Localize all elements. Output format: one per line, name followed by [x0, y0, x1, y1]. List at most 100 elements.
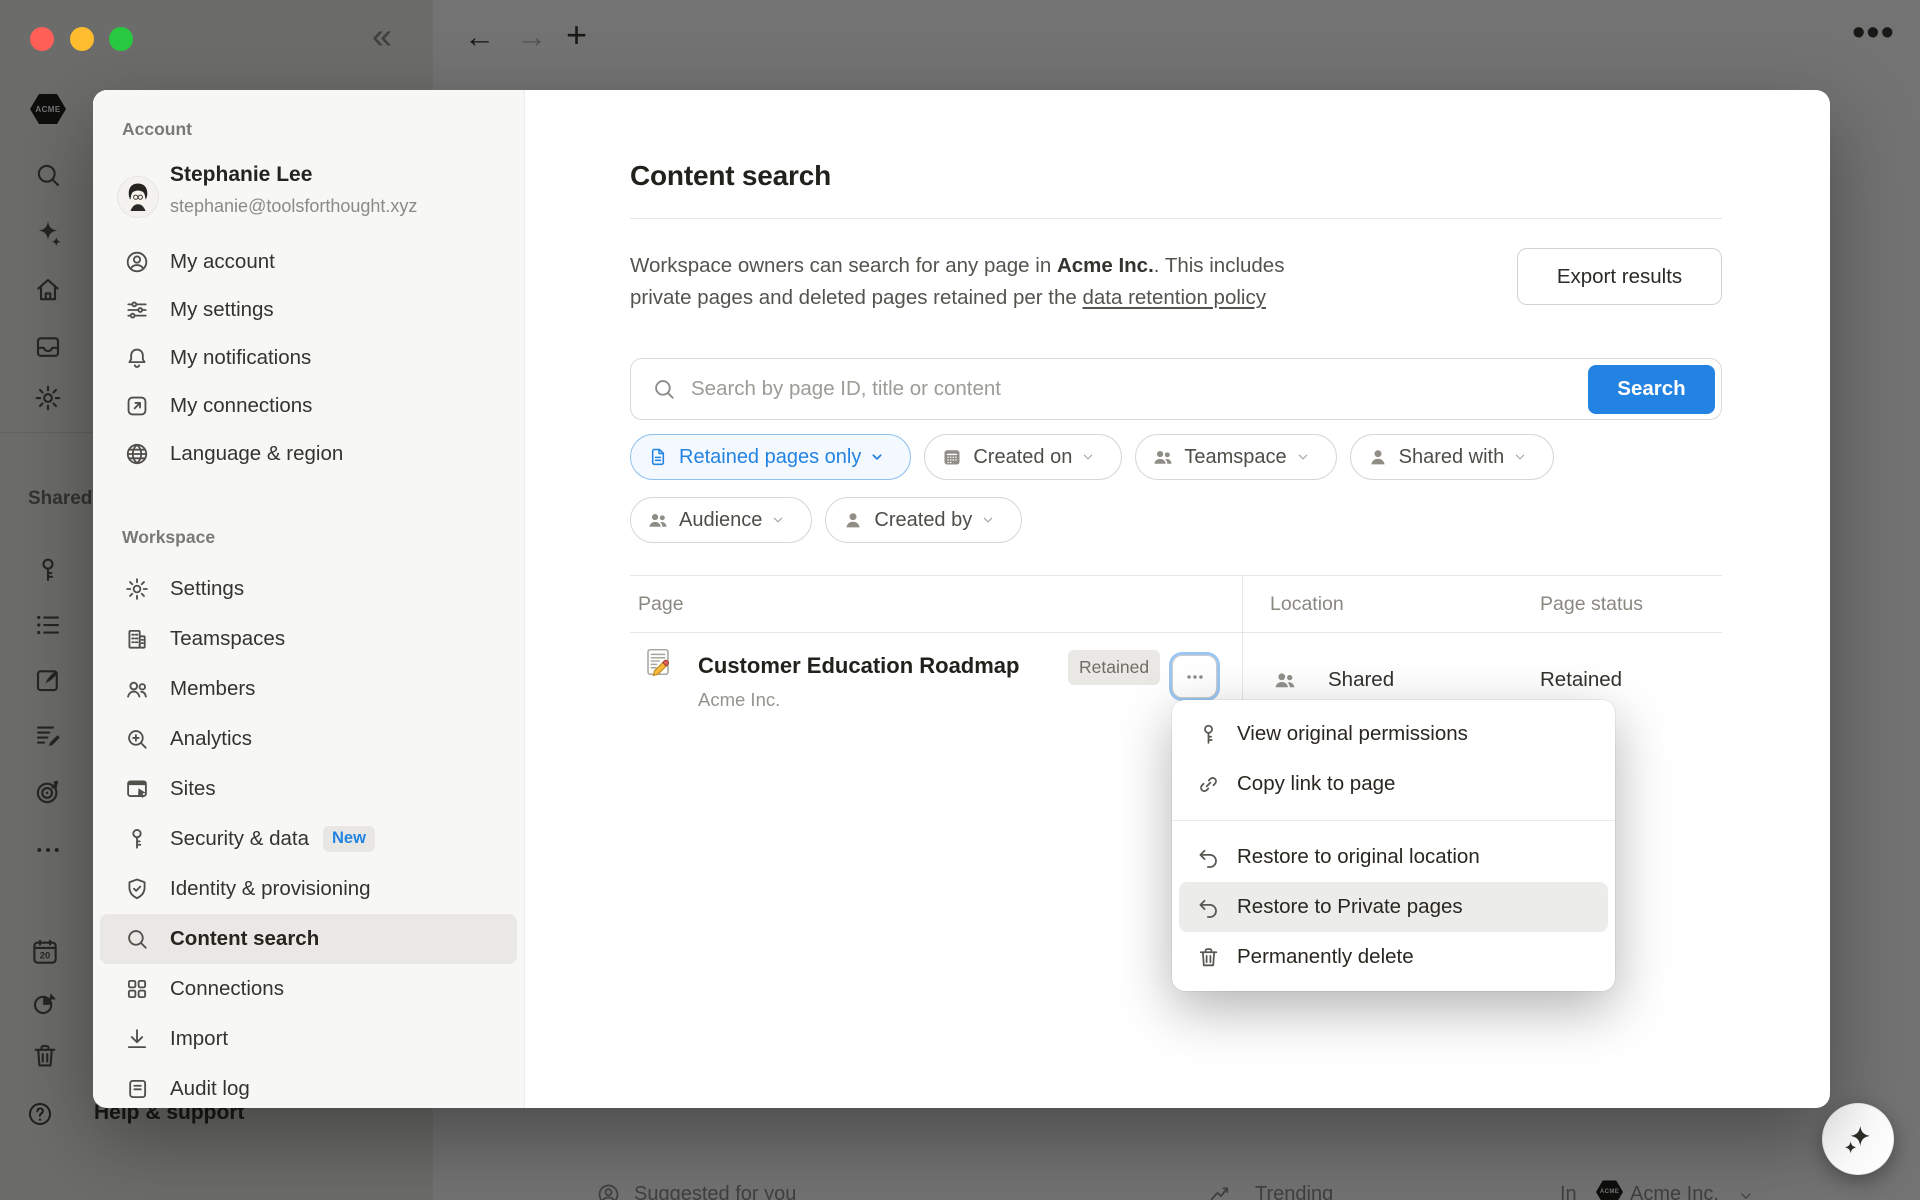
people-icon — [124, 676, 150, 702]
menu-item-label: Restore to original location — [1237, 845, 1480, 869]
building-icon — [124, 626, 150, 652]
sidebar-item-my-notifications[interactable]: My notifications — [100, 334, 517, 382]
doc-icon — [647, 446, 669, 468]
menu-item-label: Copy link to page — [1237, 772, 1395, 796]
person-filled-icon — [842, 509, 864, 531]
row-more-button[interactable] — [1172, 655, 1217, 698]
export-results-button[interactable]: Export results — [1517, 248, 1722, 305]
globe-icon — [124, 441, 150, 467]
sidebar-item-label: Sites — [170, 777, 216, 801]
data-retention-policy-link[interactable]: data retention policy — [1082, 286, 1265, 309]
sidebar-item-label: My notifications — [170, 346, 311, 370]
menu-item-restore-to-original-location[interactable]: Restore to original location — [1172, 832, 1615, 882]
sidebar-item-settings[interactable]: Settings — [100, 564, 517, 614]
filter-chip-retained-pages-only[interactable]: Retained pages only — [630, 434, 911, 480]
table-header-border — [630, 632, 1722, 633]
filter-chip-teamspace[interactable]: Teamspace — [1135, 434, 1336, 480]
sidebar-item-label: Connections — [170, 977, 284, 1001]
column-header-page: Page — [638, 593, 684, 616]
workspace-section-heading: Workspace — [122, 527, 215, 548]
sidebar-item-language-region[interactable]: Language & region — [100, 430, 517, 478]
screen: ACME 20 Shared Help & support « ← → + ••… — [0, 0, 1920, 1200]
sidebar-item-identity-provisioning[interactable]: Identity & provisioning — [100, 864, 517, 914]
menu-divider — [1172, 820, 1615, 821]
account-menu-list: My account My settings My notifications My … — [100, 238, 517, 478]
chevron-down-icon — [1295, 449, 1311, 465]
menu-item-restore-to-private-pages[interactable]: Restore to Private pages — [1179, 882, 1608, 932]
sidebar-item-sites[interactable]: Sites — [100, 764, 517, 814]
undo-icon — [1196, 895, 1221, 920]
chevron-down-icon — [770, 512, 786, 528]
sidebar-item-label: Audit log — [170, 1077, 250, 1101]
settings-sidebar: Account Stephanie Lee stephanie@toolsfor… — [93, 90, 525, 1108]
minimize-window-button[interactable] — [70, 27, 94, 51]
column-header-location: Location — [1270, 593, 1344, 616]
people-filled-icon — [647, 509, 669, 531]
sidebar-item-my-connections[interactable]: My connections — [100, 382, 517, 430]
key-icon — [124, 826, 150, 852]
sidebar-item-label: Language & region — [170, 442, 343, 466]
sidebar-item-label: My account — [170, 250, 275, 274]
search-plus-icon — [124, 726, 150, 752]
menu-item-permanently-delete[interactable]: Permanently delete — [1172, 932, 1615, 982]
chevron-down-icon — [980, 512, 996, 528]
search-icon — [651, 376, 677, 402]
chevron-down-icon — [869, 449, 885, 465]
sidebar-item-security-data[interactable]: Security & dataNew — [100, 814, 517, 864]
filter-chip-label: Created on — [973, 446, 1072, 469]
people-filled-icon — [1152, 446, 1174, 468]
menu-item-copy-link-to-page[interactable]: Copy link to page — [1172, 759, 1615, 809]
sidebar-item-label: My connections — [170, 394, 312, 418]
sidebar-item-audit-log[interactable]: Audit log — [100, 1064, 517, 1108]
chevron-down-icon — [1512, 449, 1528, 465]
more-horizontal-icon — [1184, 666, 1206, 688]
ai-assistant-button[interactable] — [1822, 1103, 1894, 1175]
row-page-status: Retained — [1540, 668, 1622, 692]
zoom-window-button[interactable] — [109, 27, 133, 51]
person-filled-icon — [1367, 446, 1389, 468]
table-column-divider — [1242, 575, 1243, 710]
sidebar-item-label: Teamspaces — [170, 627, 285, 651]
sidebar-item-import[interactable]: Import — [100, 1014, 517, 1064]
sidebar-item-teamspaces[interactable]: Teamspaces — [100, 614, 517, 664]
filter-chip-audience[interactable]: Audience — [630, 497, 812, 543]
page-description: Workspace owners can search for any page… — [630, 250, 1540, 314]
filter-row-1: Retained pages only Created on Teamspace Sh… — [630, 434, 1554, 480]
table-top-border — [630, 575, 1722, 576]
sidebar-item-my-account[interactable]: My account — [100, 238, 517, 286]
filter-chip-created-by[interactable]: Created by — [825, 497, 1022, 543]
menu-item-view-original-permissions[interactable]: View original permissions — [1172, 709, 1615, 759]
column-header-page-status: Page status — [1540, 593, 1643, 616]
row-location: Shared — [1328, 668, 1394, 692]
arrow-out-icon — [124, 393, 150, 419]
search-bar: Search — [630, 358, 1722, 420]
sidebar-item-analytics[interactable]: Analytics — [100, 714, 517, 764]
row-workspace-subtitle: Acme Inc. — [698, 689, 780, 711]
undo-icon — [1196, 845, 1221, 870]
filter-chip-shared-with[interactable]: Shared with — [1350, 434, 1555, 480]
sidebar-item-label: Content search — [170, 927, 319, 951]
search-button[interactable]: Search — [1588, 365, 1715, 414]
filter-chip-created-on[interactable]: Created on — [924, 434, 1122, 480]
sidebar-item-connections[interactable]: Connections — [100, 964, 517, 1014]
row-context-menu: View original permissions Copy link to pa… — [1172, 700, 1615, 991]
search-input[interactable] — [689, 376, 1721, 402]
page-title: Content search — [630, 160, 831, 192]
filter-chip-label: Retained pages only — [679, 446, 861, 469]
filter-chip-label: Audience — [679, 509, 762, 532]
user-circle-icon — [124, 249, 150, 275]
sidebar-item-label: Import — [170, 1027, 228, 1051]
close-window-button[interactable] — [30, 27, 54, 51]
menu-item-label: Permanently delete — [1237, 945, 1414, 969]
row-page-title: Customer Education Roadmap — [698, 653, 1019, 679]
scroll-icon — [124, 1076, 150, 1102]
memo-page-icon — [642, 646, 674, 678]
shield-icon — [124, 876, 150, 902]
sidebar-item-label: Identity & provisioning — [170, 877, 371, 901]
sidebar-item-label: Security & data — [170, 827, 309, 851]
sidebar-item-content-search[interactable]: Content search — [100, 914, 517, 964]
sidebar-item-members[interactable]: Members — [100, 664, 517, 714]
user-email: stephanie@toolsforthought.xyz — [170, 196, 417, 217]
description-text: private pages and deleted pages retained… — [630, 286, 1082, 309]
sidebar-item-my-settings[interactable]: My settings — [100, 286, 517, 334]
